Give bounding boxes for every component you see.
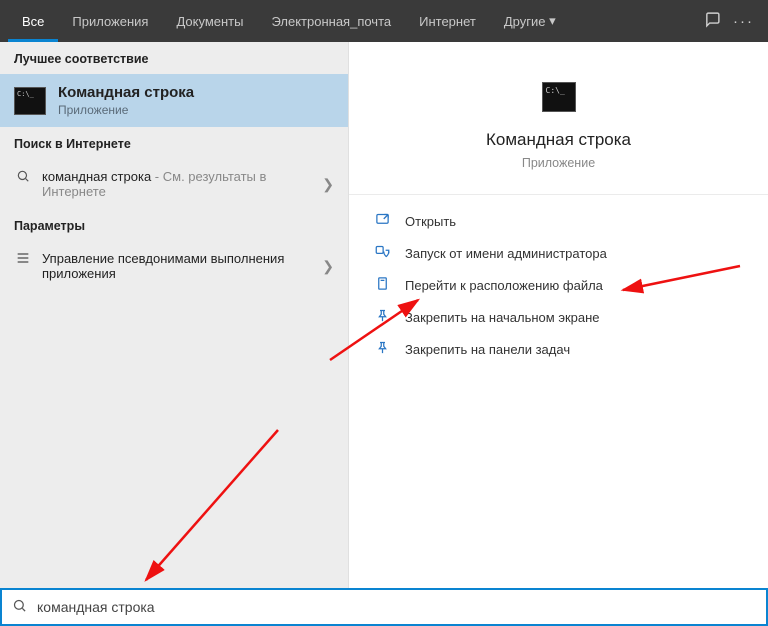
tab-web[interactable]: Интернет xyxy=(405,0,490,42)
param-item-label: Управление псевдонимами выполнения прило… xyxy=(42,251,302,281)
action-pin-taskbar[interactable]: Закрепить на панели задач xyxy=(349,333,768,365)
chevron-right-icon: ❯ xyxy=(322,176,334,193)
search-icon xyxy=(12,598,27,617)
results-panel: Лучшее соответствие Командная строка При… xyxy=(0,42,348,588)
chevron-right-icon: ❯ xyxy=(322,258,334,275)
tab-more[interactable]: Другие ▾ xyxy=(490,0,570,42)
web-search-header: Поиск в Интернете xyxy=(0,127,348,159)
open-icon xyxy=(373,212,391,230)
feedback-icon[interactable] xyxy=(704,11,721,32)
action-pin-taskbar-label: Закрепить на панели задач xyxy=(405,342,570,357)
more-icon[interactable]: ··· xyxy=(733,13,754,30)
preview-panel: Командная строка Приложение Открыть Запу… xyxy=(348,42,768,588)
pin-start-icon xyxy=(373,308,391,326)
best-match-header: Лучшее соответствие xyxy=(0,42,348,74)
tab-docs[interactable]: Документы xyxy=(162,0,257,42)
web-search-item[interactable]: командная строка - См. результаты в Инте… xyxy=(0,159,348,209)
web-search-term: командная строка xyxy=(42,169,151,184)
preview-title: Командная строка xyxy=(486,130,631,150)
pin-taskbar-icon xyxy=(373,340,391,358)
params-header: Параметры xyxy=(0,209,348,241)
search-bar[interactable] xyxy=(0,588,768,626)
tab-all[interactable]: Все xyxy=(8,0,58,42)
tab-email[interactable]: Электронная_почта xyxy=(257,0,405,42)
main-area: Лучшее соответствие Командная строка При… xyxy=(0,42,768,588)
search-icon xyxy=(14,169,32,186)
settings-list-icon xyxy=(14,251,32,268)
cmd-prompt-icon xyxy=(14,87,46,115)
action-run-admin[interactable]: Запуск от имени администратора xyxy=(349,237,768,269)
cmd-prompt-icon xyxy=(542,82,576,112)
best-match-item[interactable]: Командная строка Приложение xyxy=(0,74,348,127)
action-run-admin-label: Запуск от имени администратора xyxy=(405,246,607,261)
tab-apps[interactable]: Приложения xyxy=(58,0,162,42)
action-open[interactable]: Открыть xyxy=(349,205,768,237)
folder-location-icon xyxy=(373,276,391,294)
best-match-subtitle: Приложение xyxy=(58,103,194,117)
preview-subtitle: Приложение xyxy=(522,156,595,170)
best-match-title: Командная строка xyxy=(58,84,194,101)
shield-admin-icon xyxy=(373,244,391,262)
action-pin-start-label: Закрепить на начальном экране xyxy=(405,310,600,325)
chevron-down-icon: ▾ xyxy=(549,13,556,29)
action-open-label: Открыть xyxy=(405,214,456,229)
param-item-aliases[interactable]: Управление псевдонимами выполнения прило… xyxy=(0,241,348,291)
action-open-location-label: Перейти к расположению файла xyxy=(405,278,603,293)
search-input[interactable] xyxy=(37,599,756,615)
action-open-location[interactable]: Перейти к расположению файла xyxy=(349,269,768,301)
top-tabbar: Все Приложения Документы Электронная_поч… xyxy=(0,0,768,42)
action-pin-start[interactable]: Закрепить на начальном экране xyxy=(349,301,768,333)
